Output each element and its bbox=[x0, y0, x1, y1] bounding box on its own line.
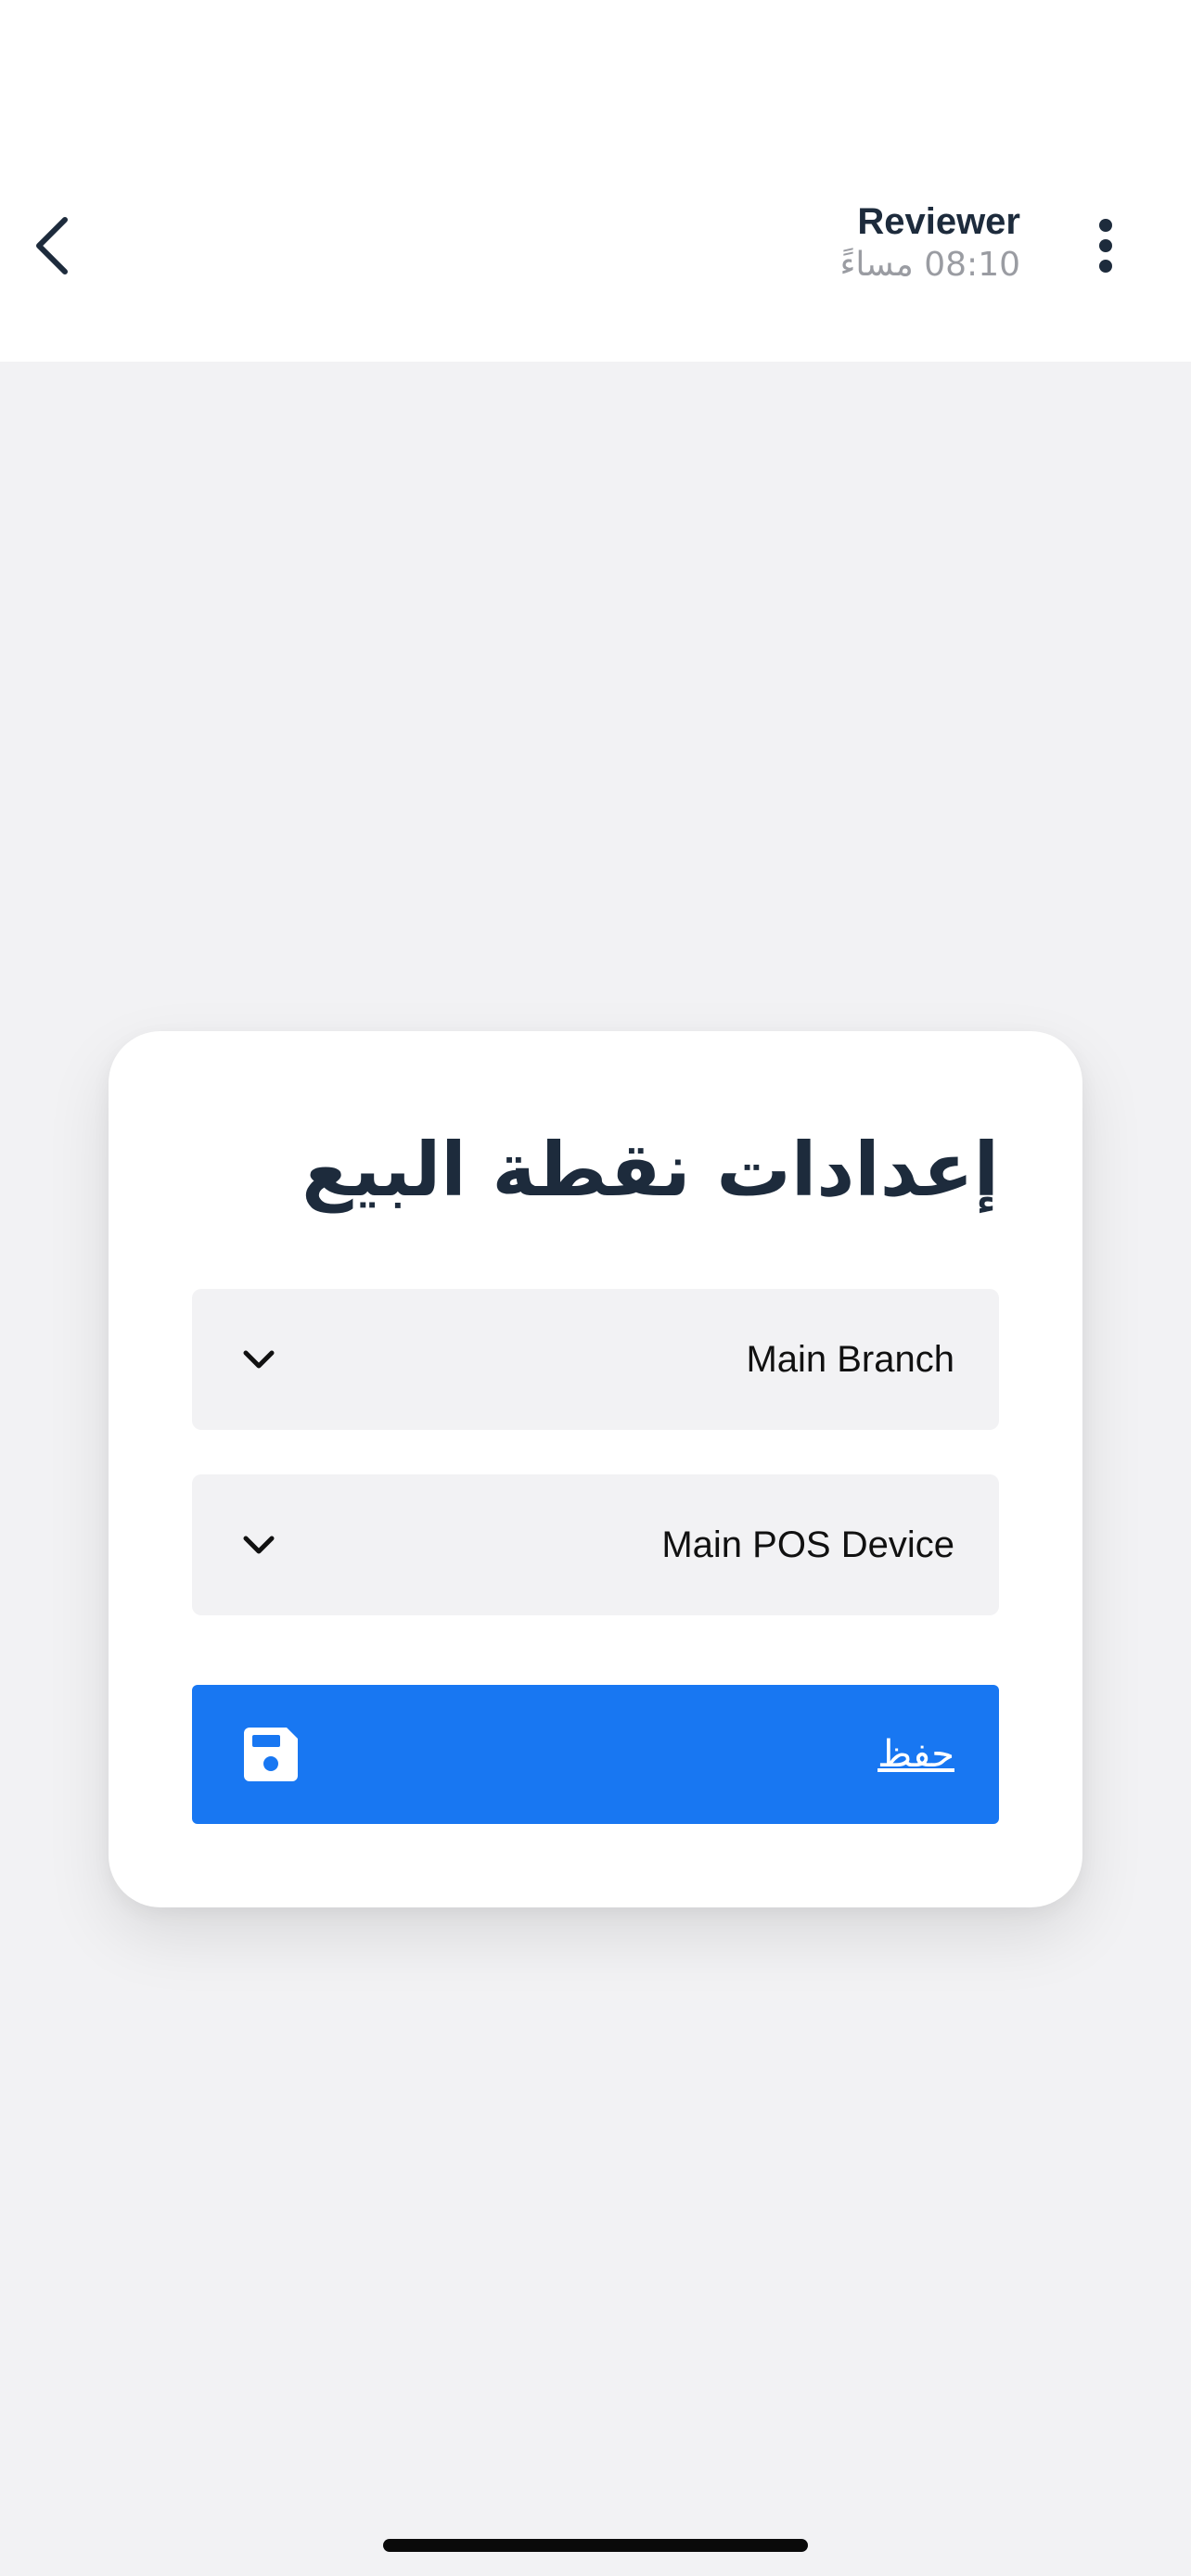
more-options-button[interactable] bbox=[1085, 213, 1126, 278]
vertical-ellipsis-icon bbox=[1099, 219, 1112, 273]
floppy-disk-icon bbox=[244, 1728, 298, 1781]
device-select-value: Main POS Device bbox=[661, 1524, 954, 1565]
timestamp: 08:10 مساءً bbox=[839, 246, 1021, 284]
chevron-down-icon bbox=[240, 1526, 277, 1563]
app-header: Reviewer 08:10 مساءً bbox=[0, 0, 1191, 362]
user-name: Reviewer bbox=[857, 201, 1020, 242]
save-button-label: حفظ bbox=[877, 1733, 954, 1776]
user-info: Reviewer 08:10 مساءً bbox=[840, 198, 1021, 286]
branch-select-value: Main Branch bbox=[746, 1338, 954, 1380]
back-button[interactable] bbox=[22, 204, 82, 287]
device-select[interactable]: Main POS Device bbox=[192, 1474, 999, 1615]
chevron-left-icon bbox=[36, 217, 68, 274]
pos-settings-card: إعدادات نقطة البيع Main Branch Main POS … bbox=[109, 1031, 1082, 1907]
chevron-down-icon bbox=[240, 1341, 277, 1378]
branch-select[interactable]: Main Branch bbox=[192, 1289, 999, 1430]
save-button[interactable]: حفظ bbox=[192, 1685, 999, 1824]
card-title: إعدادات نقطة البيع bbox=[301, 1127, 999, 1213]
home-indicator bbox=[383, 2539, 808, 2552]
